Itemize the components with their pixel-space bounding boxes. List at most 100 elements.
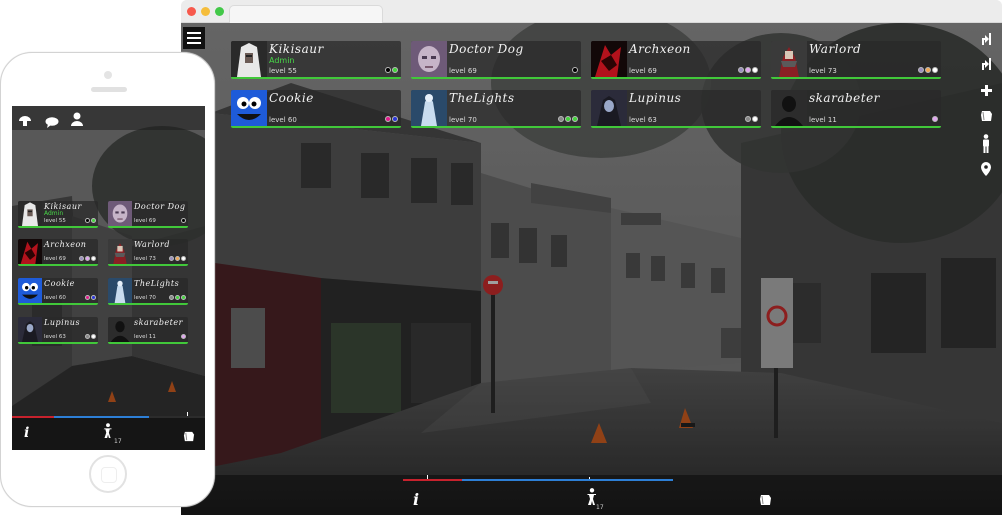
status-dots bbox=[385, 67, 398, 73]
chat-bubble-icon[interactable] bbox=[45, 113, 59, 128]
menu-bar bbox=[187, 37, 201, 39]
status-dot bbox=[932, 67, 938, 73]
mushroom-icon[interactable] bbox=[18, 112, 32, 126]
white-hair-character-avatar bbox=[18, 201, 42, 226]
browser-tab[interactable] bbox=[229, 5, 383, 23]
player-name: Doctor Dog bbox=[134, 202, 186, 211]
status-dot bbox=[85, 256, 90, 261]
location-pin-icon[interactable] bbox=[980, 161, 992, 177]
player-name: Doctor Dog bbox=[449, 42, 524, 56]
status-dots bbox=[169, 295, 186, 300]
player-level: level 55 bbox=[44, 218, 66, 224]
inventory-stone-icon[interactable] bbox=[759, 491, 773, 505]
player-card[interactable]: Archxeon level 69 bbox=[591, 41, 761, 79]
status-dot bbox=[181, 295, 186, 300]
menu-bar bbox=[187, 42, 201, 44]
status-dots bbox=[558, 116, 578, 122]
bottom-bar: i 17 bbox=[12, 412, 205, 450]
steps-progress-track bbox=[403, 475, 673, 481]
browser-title-bar bbox=[181, 0, 1002, 23]
player-card[interactable]: Kikisaur Admin level 55 bbox=[231, 41, 401, 79]
player-card[interactable]: Kikisaur Admin level 55 bbox=[18, 201, 98, 228]
vote-arrow-up-icon[interactable] bbox=[979, 31, 993, 47]
player-card[interactable]: skarabeter level 11 bbox=[771, 90, 941, 128]
progress-marker bbox=[589, 477, 590, 479]
player-name: Archxeon bbox=[629, 42, 691, 56]
player-level: level 60 bbox=[44, 295, 66, 301]
red-black-demon-avatar bbox=[18, 239, 42, 264]
status-dots bbox=[572, 67, 578, 73]
player-name: Warlord bbox=[134, 240, 170, 249]
ghostly-blue-figure-avatar bbox=[108, 278, 132, 303]
status-dot bbox=[385, 116, 391, 122]
player-card[interactable]: skarabeter level 11 bbox=[108, 317, 188, 344]
red-armored-warrior-avatar bbox=[108, 239, 132, 264]
info-button[interactable]: i bbox=[24, 425, 29, 441]
player-name: Lupinus bbox=[44, 318, 81, 327]
minimize-window-dot[interactable] bbox=[201, 7, 210, 16]
player-role: Admin bbox=[44, 210, 64, 217]
status-dot bbox=[392, 116, 398, 122]
status-dot bbox=[175, 295, 180, 300]
player-card[interactable]: Warlord level 73 bbox=[771, 41, 941, 79]
maximize-window-dot[interactable] bbox=[215, 7, 224, 16]
player-card[interactable]: Doctor Dog level 69 bbox=[108, 201, 188, 228]
player-card[interactable]: TheLights level 70 bbox=[411, 90, 581, 128]
red-black-demon-avatar bbox=[591, 41, 627, 77]
player-card[interactable]: Archxeon level 69 bbox=[18, 239, 98, 266]
player-card[interactable]: TheLights level 70 bbox=[108, 278, 188, 305]
person-standing-icon[interactable] bbox=[980, 133, 992, 155]
status-dots bbox=[745, 116, 758, 122]
plus-icon[interactable] bbox=[979, 83, 993, 97]
map-stone-icon[interactable] bbox=[978, 109, 994, 123]
player-level: level 55 bbox=[269, 67, 297, 75]
player-level: level 69 bbox=[449, 67, 477, 75]
player-card[interactable]: Cookie level 60 bbox=[18, 278, 98, 305]
status-dots bbox=[181, 334, 186, 339]
game-viewport[interactable]: Kikisaur Admin level 55 Doctor Dog level 69 A… bbox=[181, 23, 1002, 515]
status-dot bbox=[752, 116, 758, 122]
status-dot bbox=[925, 67, 931, 73]
user-icon[interactable] bbox=[71, 111, 83, 126]
blue-monster-avatar bbox=[231, 90, 267, 126]
walk-person-icon[interactable] bbox=[101, 423, 115, 439]
status-dot bbox=[572, 116, 578, 122]
steps-count: 17 bbox=[114, 438, 122, 445]
player-level: level 73 bbox=[134, 256, 156, 262]
close-window-dot[interactable] bbox=[187, 7, 196, 16]
steps-count: 17 bbox=[596, 504, 604, 511]
progress-marker bbox=[187, 412, 188, 416]
info-button[interactable]: i bbox=[413, 490, 419, 509]
player-level: level 11 bbox=[809, 116, 837, 124]
progress-marker bbox=[427, 475, 428, 479]
inventory-stone-icon[interactable] bbox=[183, 427, 195, 442]
player-card[interactable]: Cookie level 60 bbox=[231, 90, 401, 128]
player-level: level 69 bbox=[134, 218, 156, 224]
status-dot bbox=[918, 67, 924, 73]
player-card[interactable]: Warlord level 73 bbox=[108, 239, 188, 266]
status-dots bbox=[85, 334, 96, 339]
player-name: Lupinus bbox=[629, 91, 682, 105]
player-level: level 11 bbox=[134, 334, 156, 340]
status-dot bbox=[181, 256, 186, 261]
status-dot bbox=[169, 256, 174, 261]
status-dot bbox=[558, 116, 564, 122]
status-dot bbox=[385, 67, 391, 73]
vote-arrow-down-icon[interactable] bbox=[979, 56, 993, 72]
hamburger-menu-button[interactable] bbox=[183, 27, 205, 49]
player-name: Cookie bbox=[269, 91, 314, 105]
player-name: skarabeter bbox=[134, 318, 183, 327]
player-name: skarabeter bbox=[809, 91, 880, 105]
player-name: TheLights bbox=[449, 91, 515, 105]
phone-speaker bbox=[91, 87, 127, 92]
player-name: Archxeon bbox=[44, 240, 87, 249]
phone-screen[interactable]: Kikisaur Admin level 55 Doctor Dog level 69 A… bbox=[12, 106, 205, 450]
status-dot bbox=[745, 116, 751, 122]
dark-hooded-figure-avatar bbox=[591, 90, 627, 126]
mobile-header bbox=[12, 106, 205, 130]
status-dot bbox=[565, 116, 571, 122]
player-card[interactable]: Doctor Dog level 69 bbox=[411, 41, 581, 79]
phone-home-button[interactable] bbox=[89, 455, 127, 493]
player-card[interactable]: Lupinus level 63 bbox=[18, 317, 98, 344]
player-card[interactable]: Lupinus level 63 bbox=[591, 90, 761, 128]
